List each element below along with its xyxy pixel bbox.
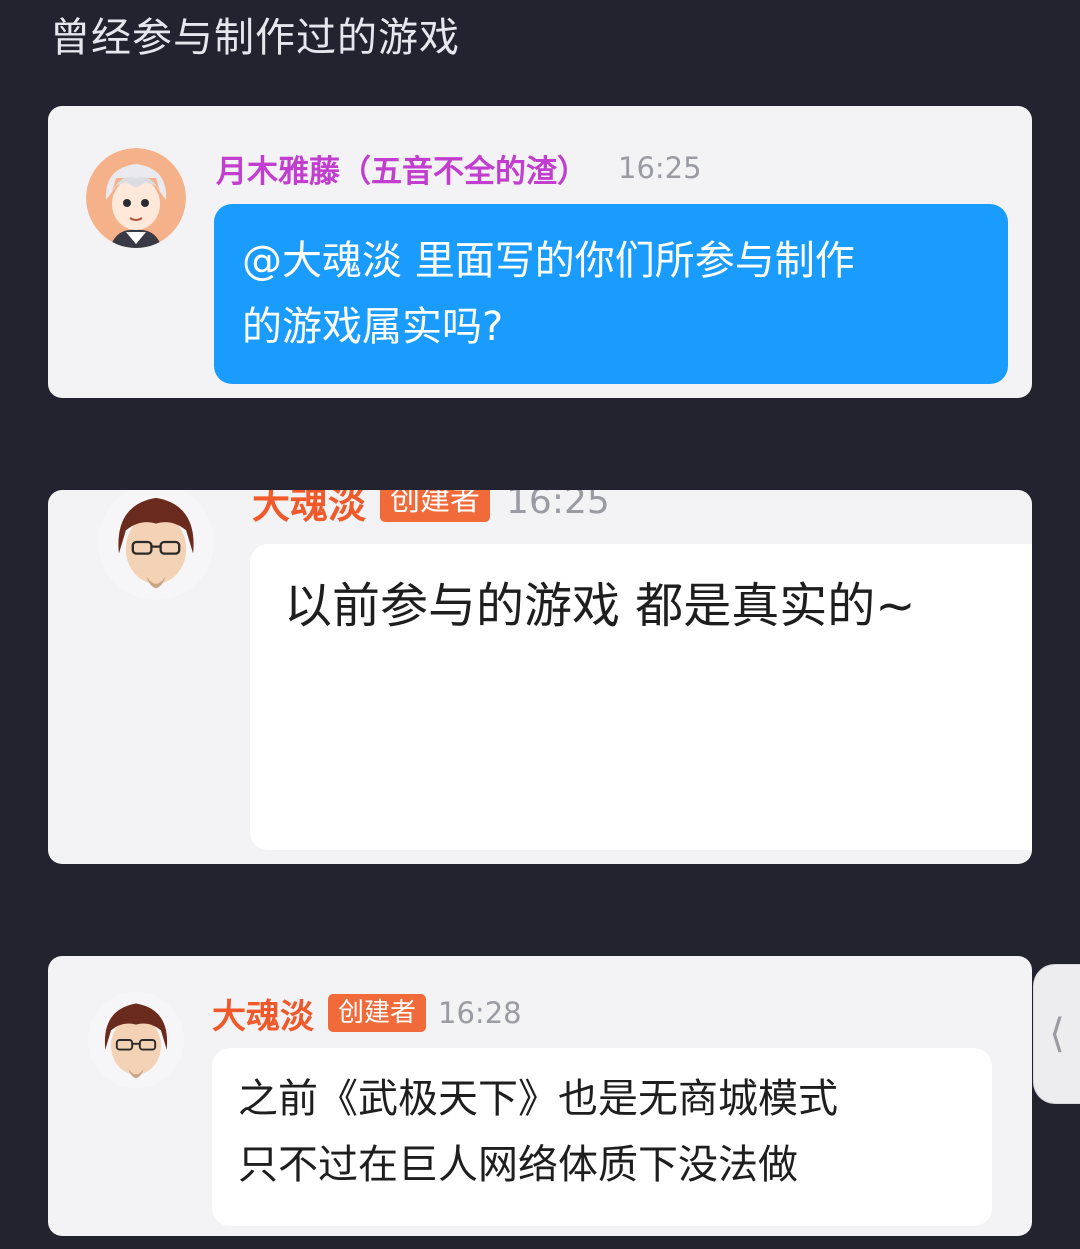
- avatar[interactable]: [98, 490, 214, 600]
- message-card: 大魂淡 创建者 16:28 之前《武极天下》也是无商城模式 只不过在巨人网络体质…: [48, 956, 1032, 1236]
- message-card: 大魂淡 创建者 16:25 以前参与的游戏 都是真实的~: [48, 490, 1032, 864]
- message-text: @大魂淡 里面写的你们所参与制作 的游戏属实吗?: [242, 238, 855, 350]
- message-timestamp: 16:25: [618, 151, 702, 185]
- sender-name[interactable]: 大魂淡: [212, 989, 314, 1038]
- message-text: 之前《武极天下》也是无商城模式 只不过在巨人网络体质下没法做: [238, 1076, 838, 1188]
- side-collapse-tab[interactable]: ⟨: [1033, 964, 1080, 1104]
- message-header: 大魂淡 创建者 16:25: [252, 490, 610, 529]
- message-bubble[interactable]: 以前参与的游戏 都是真实的~: [250, 544, 1032, 850]
- message-bubble[interactable]: 之前《武极天下》也是无商城模式 只不过在巨人网络体质下没法做: [212, 1048, 992, 1226]
- creator-badge: 创建者: [328, 994, 427, 1032]
- creator-badge: 创建者: [380, 490, 491, 522]
- avatar[interactable]: [86, 148, 186, 248]
- message-header: 月木雅藤（五音不全的渣） 16:25: [216, 144, 702, 192]
- message-header: 大魂淡 创建者 16:28: [212, 989, 522, 1038]
- message-bubble[interactable]: @大魂淡 里面写的你们所参与制作 的游戏属实吗?: [214, 204, 1008, 384]
- message-text: 以前参与的游戏 都是真实的~: [284, 578, 916, 634]
- chevron-left-icon: ⟨: [1049, 1011, 1065, 1057]
- page-heading: 曾经参与制作过的游戏: [50, 15, 460, 61]
- sender-name[interactable]: 月木雅藤（五音不全的渣）: [216, 146, 588, 191]
- message-card: 月木雅藤（五音不全的渣） 16:25 @大魂淡 里面写的你们所参与制作 的游戏属…: [48, 106, 1032, 398]
- sender-name[interactable]: 大魂淡: [252, 490, 366, 529]
- message-timestamp: 16:28: [438, 996, 522, 1030]
- avatar[interactable]: [88, 992, 184, 1088]
- message-timestamp: 16:25: [506, 490, 610, 522]
